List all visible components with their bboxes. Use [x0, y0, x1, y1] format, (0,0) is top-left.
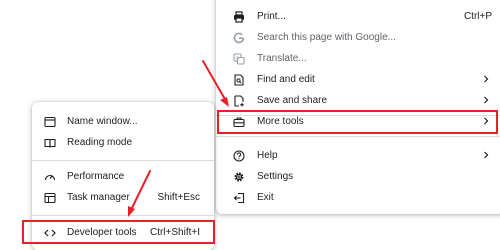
menu-divider [32, 160, 214, 161]
menu-item-label: Translate... [257, 53, 307, 64]
submenu-item-performance[interactable]: Performance [32, 166, 214, 187]
task-manager-icon [44, 192, 56, 204]
chevron-right-icon [484, 75, 489, 83]
menu-item-label: Search this page with Google... [257, 32, 396, 43]
menu-item-label: Performance [67, 171, 125, 182]
menu-item-label: Help [257, 150, 278, 161]
svg-text:G: G [236, 55, 240, 60]
shortcut-text: Shift+Esc [157, 192, 200, 203]
window-icon [44, 116, 56, 128]
menu-item-translate[interactable]: G Translate... [216, 48, 500, 69]
menu-item-label: Name window... [67, 116, 138, 127]
menu-item-save-share[interactable]: Save and share [216, 90, 500, 111]
menu-item-label: Exit [257, 192, 274, 203]
submenu-item-task-manager[interactable]: Task manager Shift+Esc [32, 187, 214, 208]
exit-icon [233, 192, 245, 204]
menu-item-exit[interactable]: Exit [216, 187, 500, 208]
printer-icon [233, 10, 245, 23]
save-page-icon [233, 94, 245, 107]
menu-item-settings[interactable]: Settings [216, 166, 500, 187]
menu-item-label: Save and share [257, 95, 328, 106]
menu-divider [216, 136, 500, 137]
gear-icon [233, 171, 245, 183]
chevron-right-icon [484, 151, 489, 159]
menu-item-print[interactable]: Print... Ctrl+P [216, 6, 500, 27]
menu-item-label: Find and edit [257, 74, 315, 85]
book-icon [44, 137, 56, 149]
menu-divider [32, 215, 214, 216]
chevron-right-icon [484, 96, 489, 104]
submenu-item-reading-mode[interactable]: Reading mode [32, 132, 214, 153]
chrome-main-menu: Print... Ctrl+P Search this page with Go… [216, 0, 500, 214]
translate-icon: G [233, 52, 245, 65]
submenu-item-name-window[interactable]: Name window... [32, 111, 214, 132]
menu-item-help[interactable]: Help [216, 145, 500, 166]
speedometer-icon [44, 171, 56, 183]
shortcut-text: Ctrl+P [463, 11, 492, 22]
menu-item-search-page[interactable]: Search this page with Google... [216, 27, 500, 48]
menu-item-find-edit[interactable]: Find and edit [216, 69, 500, 90]
menu-item-label: Task manager [67, 192, 130, 203]
menu-item-label: Settings [257, 171, 294, 182]
menu-item-label: Print... [257, 11, 286, 22]
find-in-page-icon [233, 73, 245, 86]
help-circle-icon [233, 149, 245, 162]
more-tools-highlight [217, 110, 498, 134]
developer-tools-highlight [22, 220, 215, 244]
google-g-icon [233, 32, 245, 44]
menu-item-label: Reading mode [67, 137, 133, 148]
